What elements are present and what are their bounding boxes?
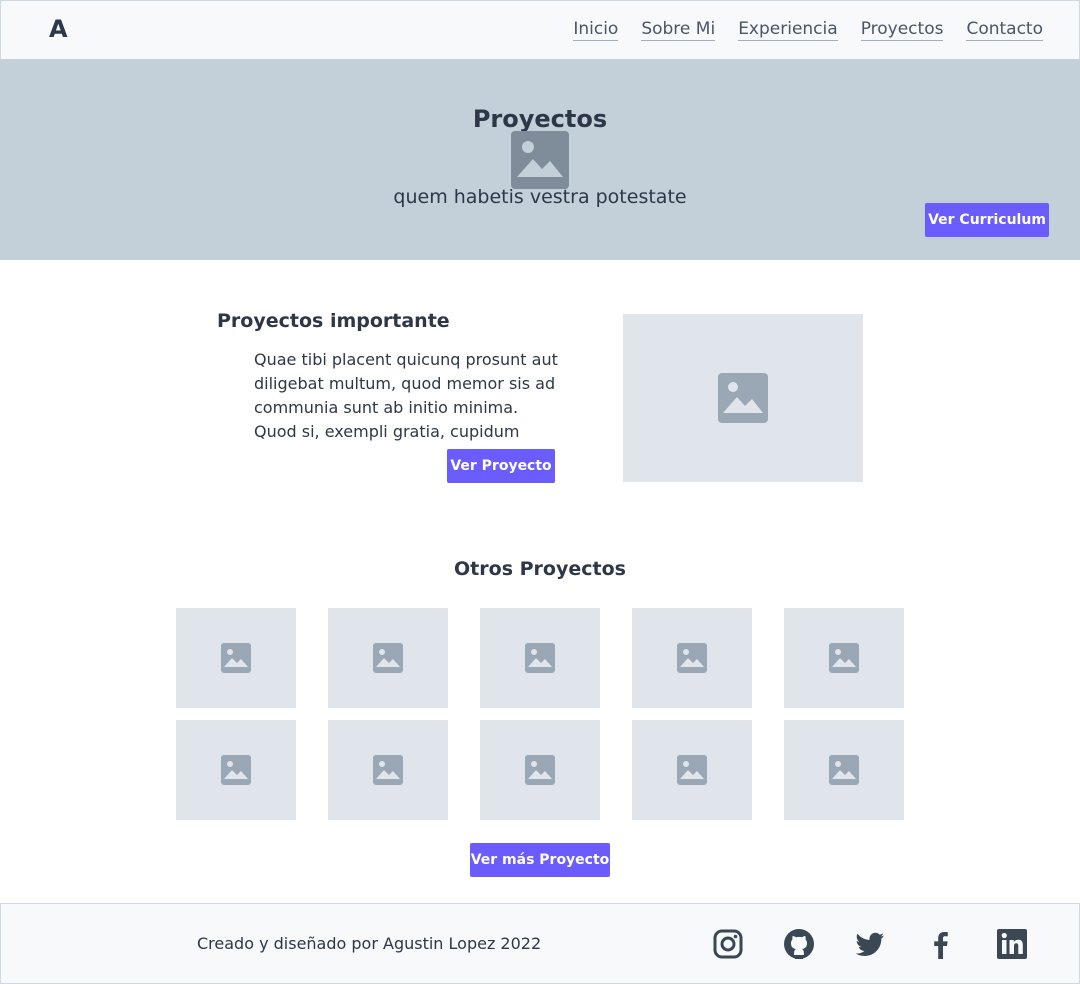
instagram-icon[interactable] bbox=[712, 927, 744, 961]
image-placeholder-icon bbox=[525, 643, 555, 673]
github-icon[interactable] bbox=[783, 927, 815, 961]
image-placeholder-icon bbox=[677, 643, 707, 673]
project-thumbnail[interactable] bbox=[176, 608, 296, 708]
image-placeholder-icon bbox=[829, 643, 859, 673]
other-projects-title: Otros Proyectos bbox=[454, 558, 626, 580]
ver-proyecto-button[interactable]: Ver Proyecto bbox=[447, 449, 555, 483]
featured-project-image[interactable] bbox=[623, 314, 863, 482]
nav-menu: Inicio Sobre Mi Experiencia Proyectos Co… bbox=[573, 19, 1043, 41]
project-thumbnail[interactable] bbox=[632, 720, 752, 820]
project-thumbnail[interactable] bbox=[784, 720, 904, 820]
project-thumbnail[interactable] bbox=[480, 608, 600, 708]
image-placeholder-icon bbox=[829, 755, 859, 785]
facebook-icon[interactable] bbox=[925, 927, 957, 961]
navbar: A Inicio Sobre Mi Experiencia Proyectos … bbox=[0, 0, 1080, 60]
featured-project-title: Proyectos importante bbox=[217, 310, 450, 332]
nav-link-experiencia[interactable]: Experiencia bbox=[738, 19, 838, 41]
nav-link-proyectos[interactable]: Proyectos bbox=[860, 19, 944, 41]
project-thumbnail[interactable] bbox=[632, 608, 752, 708]
ver-curriculum-button[interactable]: Ver Curriculum bbox=[925, 203, 1049, 237]
image-placeholder-icon bbox=[677, 755, 707, 785]
image-placeholder-icon bbox=[511, 131, 569, 189]
project-thumbnail[interactable] bbox=[480, 720, 600, 820]
project-thumbnail[interactable] bbox=[176, 720, 296, 820]
image-placeholder-icon bbox=[373, 643, 403, 673]
project-thumbnail-grid bbox=[176, 608, 904, 820]
featured-project-description: Quae tibi placent quicunq prosunt aut di… bbox=[254, 350, 558, 441]
project-thumbnail[interactable] bbox=[328, 720, 448, 820]
image-placeholder-icon bbox=[373, 755, 403, 785]
nav-link-contacto[interactable]: Contacto bbox=[966, 19, 1043, 41]
social-links bbox=[712, 927, 1028, 961]
nav-link-sobre-mi[interactable]: Sobre Mi bbox=[641, 19, 716, 41]
image-placeholder-icon bbox=[718, 373, 768, 423]
image-placeholder-icon bbox=[525, 755, 555, 785]
hero-banner: Proyectos quem habetis vestra potestate … bbox=[0, 59, 1080, 260]
nav-link-inicio[interactable]: Inicio bbox=[573, 19, 619, 41]
hero-subtitle: quem habetis vestra potestate bbox=[393, 186, 687, 208]
twitter-icon[interactable] bbox=[854, 927, 886, 961]
image-placeholder-icon bbox=[221, 643, 251, 673]
linkedin-icon[interactable] bbox=[996, 927, 1028, 961]
project-thumbnail[interactable] bbox=[328, 608, 448, 708]
image-placeholder-icon bbox=[221, 755, 251, 785]
ver-mas-proyecto-button[interactable]: Ver más Proyecto bbox=[470, 843, 610, 877]
logo[interactable]: A bbox=[49, 15, 68, 43]
footer: Creado y diseñado por Agustin Lopez 2022 bbox=[0, 903, 1080, 984]
footer-credit: Creado y diseñado por Agustin Lopez 2022 bbox=[197, 934, 542, 953]
page-title: Proyectos bbox=[472, 105, 608, 133]
project-thumbnail[interactable] bbox=[784, 608, 904, 708]
